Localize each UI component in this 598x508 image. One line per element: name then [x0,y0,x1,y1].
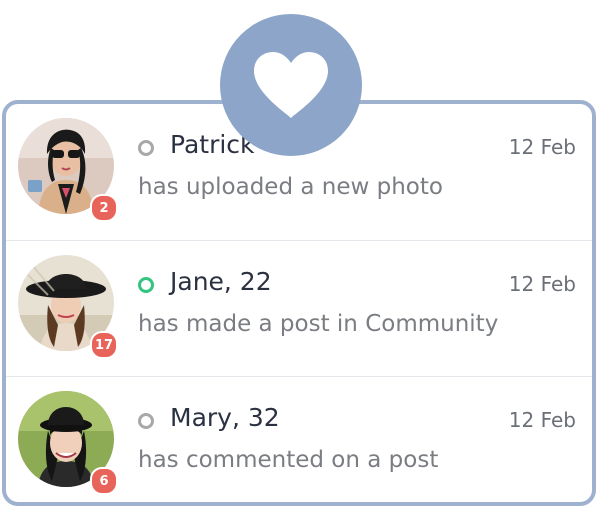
activity-text: has made a post in Community [138,311,499,337]
activity-text: has commented on a post [138,447,439,473]
status-indicator-offline [138,413,154,429]
activity-text: has uploaded a new photo [138,174,443,200]
user-name[interactable]: Mary, 32 [170,403,280,432]
list-item[interactable]: 17 Jane, 22 12 Feb has made a post in Co… [6,240,592,377]
notification-count-badge: 2 [90,194,118,222]
list-item[interactable]: 6 Mary, 32 12 Feb has commented on a pos… [6,376,592,502]
favorites-badge[interactable] [220,14,362,156]
user-name[interactable]: Jane, 22 [170,267,272,296]
notification-list: 2 Patrick 12 Feb has uploaded a new phot… [2,100,596,506]
timestamp: 12 Feb [508,135,576,159]
timestamp: 12 Feb [508,272,576,296]
timestamp: 12 Feb [508,408,576,432]
notification-count-badge: 17 [90,331,118,359]
notification-count-badge: 6 [90,467,118,495]
status-indicator-online [138,277,154,293]
status-indicator-offline [138,140,154,156]
heart-icon [254,52,328,118]
